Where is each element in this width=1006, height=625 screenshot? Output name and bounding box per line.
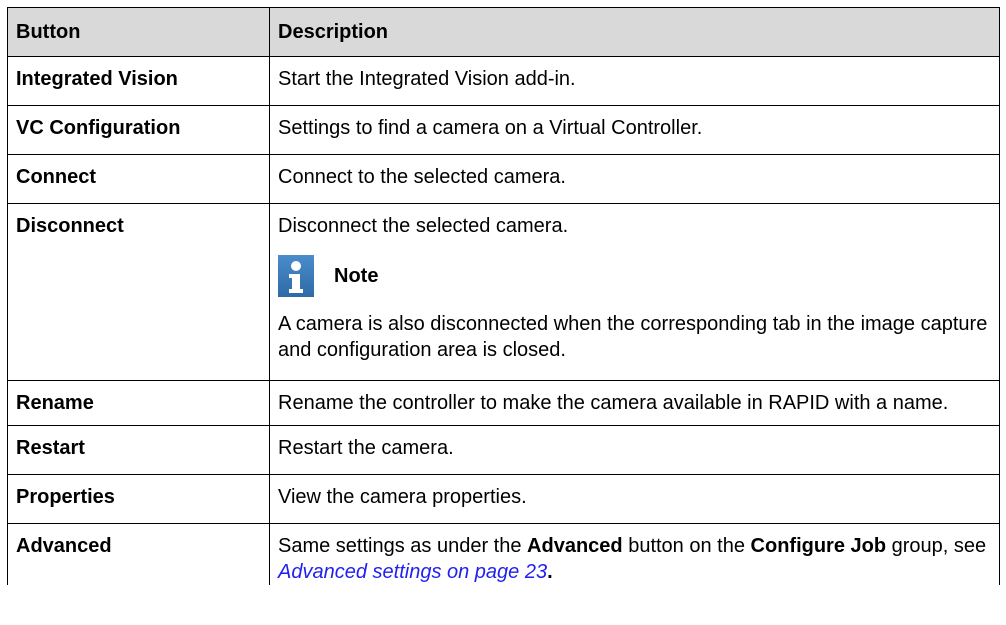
desc-period: . [547,561,553,583]
desc-text: group, see [886,535,987,557]
button-description: Rename the controller to make the camera… [269,380,1000,426]
advanced-button-ref: Advanced [527,535,623,557]
button-description: Start the Integrated Vision add-in. [269,56,1000,106]
button-description-table: Button Description Integrated Vision Sta… [7,7,1000,585]
button-name: Disconnect [7,203,270,381]
note-header: Note [278,255,991,297]
advanced-settings-link[interactable]: Advanced settings on page 23 [278,561,547,583]
button-name: Properties [7,474,270,524]
table-row: Restart Restart the camera. [7,425,1000,475]
table-header-row: Button Description [7,7,1000,57]
button-description: Connect to the selected camera. [269,154,1000,204]
note-text: A camera is also disconnected when the c… [278,313,988,361]
table-row: Integrated Vision Start the Integrated V… [7,56,1000,106]
button-name: VC Configuration [7,105,270,155]
button-description: Disconnect the selected camera. [278,215,569,237]
button-name: Rename [7,380,270,426]
button-description: Same settings as under the Advanced butt… [269,523,1000,585]
desc-text: Same settings as under the [278,535,528,557]
button-description-cell: Disconnect the selected camera. Note A c… [269,203,1000,381]
info-icon-glyph [289,261,303,293]
table-row: VC Configuration Settings to find a came… [7,105,1000,155]
button-description: View the camera properties. [269,474,1000,524]
table-row: Rename Rename the controller to make the… [7,380,1000,426]
button-name: Integrated Vision [7,56,270,106]
table-row: Connect Connect to the selected camera. [7,154,1000,204]
button-description: Settings to find a camera on a Virtual C… [269,105,1000,155]
table-row: Advanced Same settings as under the Adva… [7,523,1000,585]
table-row: Properties View the camera properties. [7,474,1000,524]
note-label: Note [334,265,379,287]
button-name: Connect [7,154,270,204]
header-button: Button [7,7,270,57]
header-description: Description [269,7,1000,57]
button-name: Restart [7,425,270,475]
button-name: Advanced [7,523,270,585]
table-row: Disconnect Disconnect the selected camer… [7,203,1000,381]
configure-job-group-ref: Configure Job [750,535,887,557]
button-description: Restart the camera. [269,425,1000,475]
desc-text: button on the [622,535,751,557]
info-icon [278,255,314,297]
